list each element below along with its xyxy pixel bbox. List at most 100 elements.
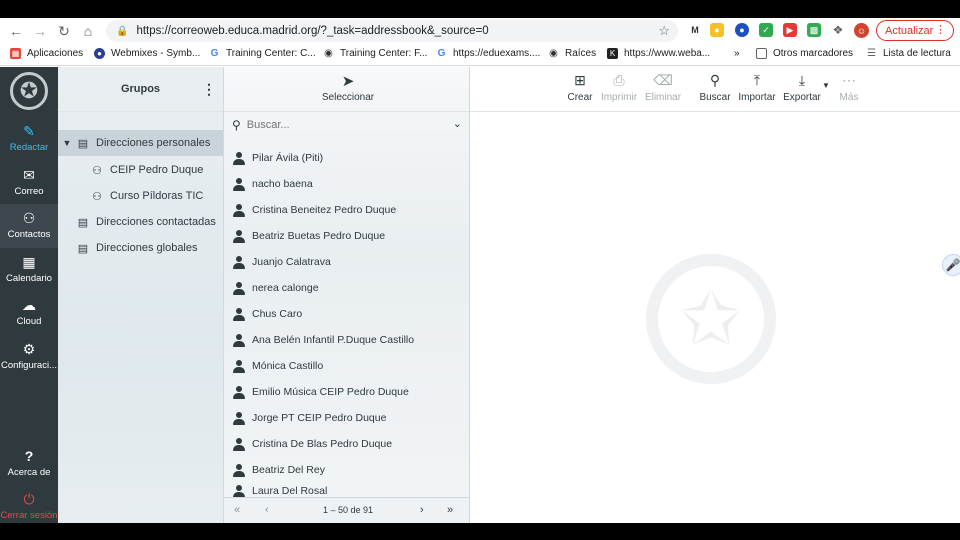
extension-icon[interactable]: ●: [735, 23, 749, 37]
webmail-app: ✪ ✎ Redactar ✉ Correo ⚇ Contactos ▦ Cale…: [0, 67, 960, 523]
bookmark-item[interactable]: ▦ Aplicaciones: [10, 48, 83, 59]
extension-icon[interactable]: ▩: [807, 23, 821, 37]
extension-icon[interactable]: M: [688, 23, 702, 37]
bookmark-star-icon[interactable]: ☆: [658, 23, 670, 39]
contact-row[interactable]: Beatriz Buetas Pedro Duque: [224, 223, 469, 249]
toolbar-label: Buscar: [699, 92, 731, 103]
question-icon: ?: [24, 448, 34, 464]
nav-settings[interactable]: ⚙ Configuraci...: [0, 335, 58, 379]
users-icon: ⚇: [92, 190, 102, 203]
contact-row[interactable]: Mónica Castillo: [224, 353, 469, 379]
extension-icon[interactable]: ✓: [759, 23, 773, 37]
contact-name: Emilio Música CEIP Pedro Duque: [252, 386, 409, 398]
more-bookmarks-button[interactable]: »: [734, 48, 740, 59]
bookmark-item[interactable]: ◉ Training Center: F...: [323, 48, 427, 59]
contact-row[interactable]: Laura Del Rosal: [224, 483, 469, 497]
other-bookmarks-folder[interactable]: Otros marcadores: [756, 48, 853, 59]
group-personal-addresses[interactable]: ▼ ▤ Direcciones personales: [58, 130, 223, 156]
back-icon[interactable]: ←: [5, 20, 27, 42]
folder-label: Otros marcadores: [773, 48, 854, 59]
person-icon: [233, 151, 245, 165]
collapse-caret-icon[interactable]: ▼: [58, 138, 76, 148]
contact-search: ⚲ ⌄: [224, 112, 470, 138]
trash-icon: ⌫: [653, 72, 673, 88]
toolbar-label: Crear: [567, 92, 593, 103]
bookmark-item[interactable]: ● Webmixes - Symb...: [94, 48, 200, 59]
reading-list-label: Lista de lectura: [883, 48, 951, 59]
reading-list-button[interactable]: ☰ Lista de lectura: [866, 48, 951, 59]
contact-row[interactable]: Cristina De Blas Pedro Duque: [224, 431, 469, 457]
search-input[interactable]: [246, 119, 437, 131]
select-button[interactable]: ➤ Seleccionar: [320, 72, 376, 103]
extension-icon[interactable]: ●: [710, 23, 724, 37]
toolbar-label: Más: [839, 92, 859, 103]
contact-name: Mónica Castillo: [252, 360, 324, 372]
group-label: Direcciones contactadas: [96, 216, 216, 228]
address-bar[interactable]: 🔒 https://correoweb.educa.madrid.org/?_t…: [106, 20, 678, 42]
puzzle-icon[interactable]: ❖: [831, 23, 845, 37]
nav-calendar[interactable]: ▦ Calendario: [0, 248, 58, 292]
contact-row[interactable]: Juanjo Calatrava: [224, 249, 469, 275]
contact-row[interactable]: Jorge PT CEIP Pedro Duque: [224, 405, 469, 431]
group-global-addresses[interactable]: ▤ Direcciones globales: [58, 235, 223, 261]
bookmarks-bar: ▦ Aplicaciones ● Webmixes - Symb... G Tr…: [0, 44, 960, 66]
update-button[interactable]: Actualizar ⋮: [876, 20, 954, 41]
globe-icon: ◉: [548, 48, 559, 59]
search-options-chevron-icon[interactable]: ⌄: [453, 117, 462, 130]
browser-window: ← → ↻ ⌂ 🔒 https://correoweb.educa.madrid…: [0, 18, 960, 523]
first-page-icon[interactable]: «: [234, 504, 240, 516]
nav-compose[interactable]: ✎ Redactar: [0, 117, 58, 161]
microphone-icon[interactable]: 🎤: [942, 254, 960, 276]
bookmark-item[interactable]: G https://eduexams....: [436, 48, 540, 59]
group-curso-pildoras-tic[interactable]: ⚇ Curso Píldoras TIC: [58, 183, 223, 209]
bookmark-item[interactable]: G Training Center: C...: [209, 48, 316, 59]
nav-cloud[interactable]: ☁ Cloud: [0, 291, 58, 335]
nav-label: Cerrar sesión: [0, 510, 58, 521]
browser-toolbar: ← → ↻ ⌂ 🔒 https://correoweb.educa.madrid…: [0, 18, 960, 44]
group-label: CEIP Pedro Duque: [110, 164, 204, 176]
groups-menu-icon[interactable]: ⋮: [202, 81, 216, 98]
nav-logout[interactable]: ⏻ Cerrar sesión: [0, 485, 58, 523]
avatar[interactable]: ☺: [854, 23, 869, 38]
contact-row[interactable]: Cristina Beneitez Pedro Duque: [224, 197, 469, 223]
group-contacted-addresses[interactable]: ▤ Direcciones contactadas: [58, 209, 223, 235]
delete-button[interactable]: ⌫ Eliminar: [637, 72, 689, 103]
contact-row[interactable]: Ana Belén Infantil P.Duque Castillo: [224, 327, 469, 353]
bookmark-item[interactable]: ◉ Raíces: [548, 48, 596, 59]
nav-mail[interactable]: ✉ Correo: [0, 161, 58, 205]
forward-icon[interactable]: →: [29, 20, 51, 42]
nav-label: Correo: [14, 186, 44, 197]
contact-row[interactable]: nerea calonge: [224, 275, 469, 301]
contact-row[interactable]: nacho baena: [224, 171, 469, 197]
bookmark-item[interactable]: K https://www.weba...: [607, 48, 710, 59]
reload-icon[interactable]: ↻: [53, 20, 75, 42]
toolbar-label: Importar: [738, 92, 776, 103]
contact-row[interactable]: Chus Caro: [224, 301, 469, 327]
person-icon: [233, 411, 245, 425]
export-button[interactable]: ⤓ Exportar: [776, 72, 828, 103]
pagination: « ‹ 1 – 50 de 91 › »: [224, 497, 469, 523]
contacts-panel: ➤ Seleccionar ⚲ ⌄ Pilar Ávila (Piti) nac…: [224, 67, 532, 523]
webadmin-icon: K: [607, 48, 618, 59]
contact-row[interactable]: Emilio Música CEIP Pedro Duque: [224, 379, 469, 405]
prev-page-icon[interactable]: ‹: [265, 504, 269, 516]
next-page-icon[interactable]: ›: [420, 504, 424, 516]
contact-name: nacho baena: [252, 178, 313, 190]
nav-about[interactable]: ? Acerca de: [0, 442, 58, 486]
users-icon: ⚇: [22, 210, 36, 226]
contact-row[interactable]: Pilar Ávila (Piti): [224, 145, 469, 171]
contact-row[interactable]: Beatriz Del Rey: [224, 457, 469, 483]
toolbar-label: Exportar: [783, 92, 821, 103]
app-logo-icon[interactable]: ✪: [10, 72, 48, 110]
calendar-icon: ▦: [22, 254, 36, 270]
group-ceip-pedro-duque[interactable]: ⚇ CEIP Pedro Duque: [58, 157, 223, 183]
last-page-icon[interactable]: »: [447, 504, 453, 516]
contact-name: Jorge PT CEIP Pedro Duque: [252, 412, 387, 424]
extension-icon[interactable]: ▶: [783, 23, 797, 37]
groups-panel: Grupos ⋮ ▼ ▤ Direcciones personales ⚇ CE…: [58, 67, 224, 523]
pointer-icon: ➤: [341, 73, 355, 90]
more-button[interactable]: ⋯ Más: [823, 72, 875, 103]
person-icon: [233, 385, 245, 399]
home-icon[interactable]: ⌂: [77, 20, 99, 42]
nav-contacts[interactable]: ⚇ Contactos: [0, 204, 58, 248]
